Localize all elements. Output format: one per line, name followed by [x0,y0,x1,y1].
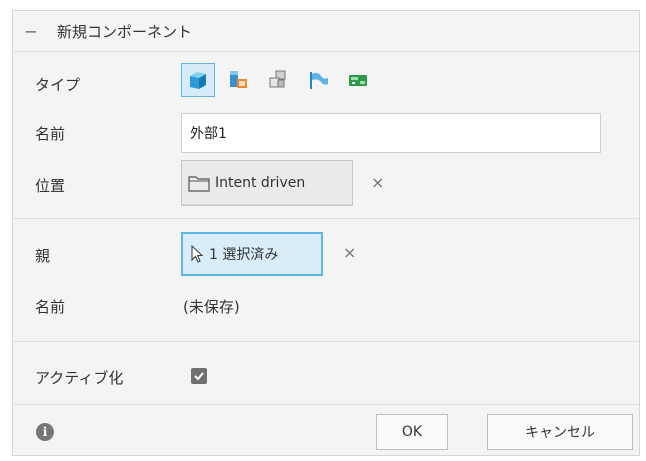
divider [13,218,639,219]
ok-button[interactable]: OK [376,414,448,450]
type-selector [181,63,381,97]
dialog-footer: i OK キャンセル [13,404,639,458]
location-clear-icon[interactable]: × [371,173,384,192]
part-with-badge-icon [230,71,247,88]
sheet-metal-flag-icon [310,72,328,89]
green-pcb-icon [349,75,367,86]
blue-cube-icon [190,72,206,89]
type-option-part[interactable] [221,63,255,97]
type-label: タイプ [35,76,81,94]
name-label: 名前 [35,125,66,143]
location-label: 位置 [35,177,66,195]
checkmark-icon [194,372,204,381]
component-name-value: 外部1 [190,126,227,142]
divider [13,341,639,342]
collapse-icon[interactable]: − [21,22,41,41]
location-button-label: Intent driven [215,175,306,191]
component-name-input[interactable]: 外部1 [181,113,601,153]
dialog-header: − 新規コンポーネント [13,11,639,52]
type-option-assembly[interactable] [261,63,295,97]
dialog-title: 新規コンポーネント [57,22,193,41]
parent-selection-label: 1 選択済み [209,247,279,263]
assembly-blocks-icon [269,70,286,88]
cancel-button[interactable]: キャンセル [487,414,633,450]
folder-icon [188,176,210,192]
activate-checkbox[interactable] [191,368,207,384]
info-icon[interactable]: i [36,423,54,441]
location-button[interactable]: Intent driven [181,160,353,206]
type-option-pcb[interactable] [341,63,375,97]
type-option-sheet-metal[interactable] [301,63,335,97]
parent-name-value: (未保存) [183,298,240,316]
parent-clear-icon[interactable]: × [343,243,356,262]
parent-name-label: 名前 [35,298,66,316]
activate-label: アクティブ化 [35,369,124,387]
type-option-component[interactable] [181,63,215,97]
cursor-arrow-icon [191,244,204,263]
new-component-dialog: − 新規コンポーネント タイプ 名前 外部1 位置 Intent driven … [12,10,640,456]
parent-selection-button[interactable]: 1 選択済み [181,232,323,276]
parent-label: 親 [35,247,51,265]
